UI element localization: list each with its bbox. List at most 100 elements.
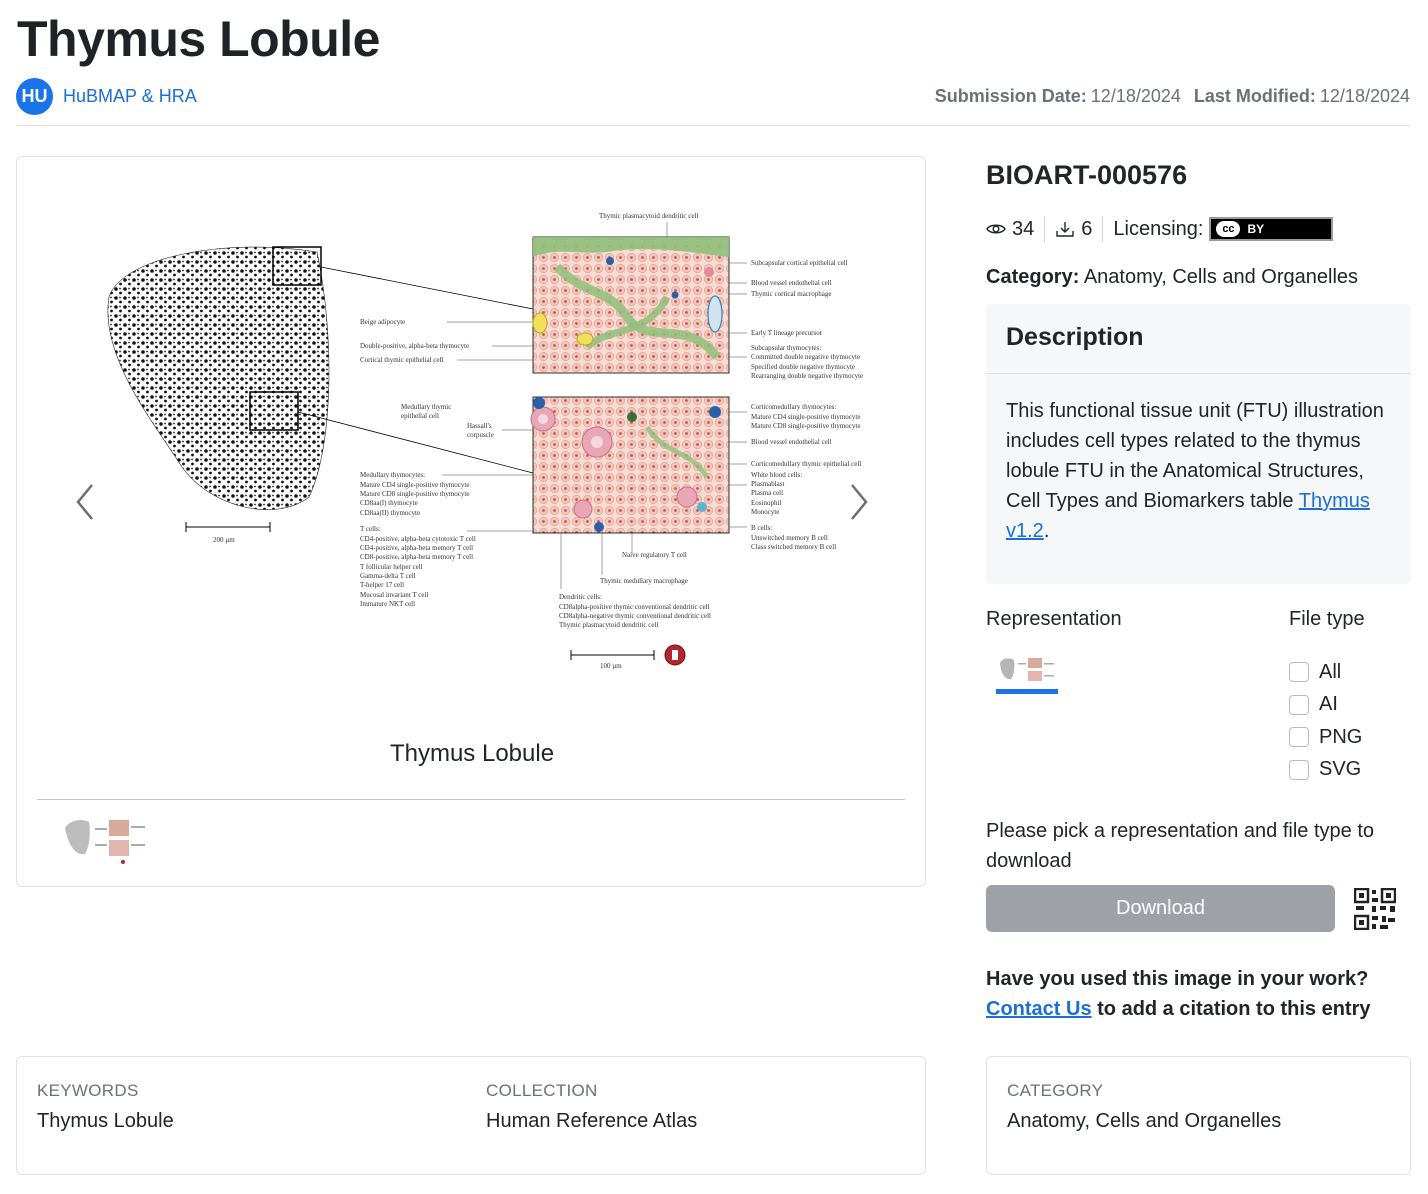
- svg-text:Cortical thymic epithelial cel: Cortical thymic epithelial cell: [360, 356, 443, 364]
- view-count: 34: [986, 218, 1034, 241]
- stats-separator: [1102, 216, 1104, 242]
- svg-text:CD8aa(I) thymocyte: CD8aa(I) thymocyte: [360, 499, 418, 507]
- svg-text:Plasmablast: Plasmablast: [751, 480, 784, 488]
- svg-text:Committed double negative thym: Committed double negative thymocyte: [751, 353, 860, 361]
- avatar[interactable]: HU: [16, 78, 53, 115]
- file-type-option-png[interactable]: PNG: [1289, 721, 1362, 754]
- image-gallery: 200 µm 100 µm Thymic plasmacytoid dendri…: [16, 156, 926, 887]
- eye-icon: [986, 224, 1006, 234]
- svg-text:Dendritic cells:: Dendritic cells:: [559, 593, 602, 601]
- file-type-option-label: All: [1319, 660, 1342, 683]
- image-caption: Thymus Lobule: [389, 740, 555, 767]
- header-divider: [16, 125, 1410, 126]
- svg-text:Corticomedullary thymocytes:: Corticomedullary thymocytes:: [751, 403, 836, 411]
- scale-label-100: 100 µm: [600, 662, 622, 670]
- qr-code-icon[interactable]: [1353, 887, 1397, 931]
- svg-text:Monocyte: Monocyte: [751, 508, 779, 516]
- svg-text:Thymic plasmacytoid dendritic: Thymic plasmacytoid dendritic cell: [599, 212, 698, 220]
- svg-text:CD8-positive, alpha-beta memor: CD8-positive, alpha-beta memory T cell: [360, 553, 473, 561]
- scale-label-200: 200 µm: [213, 536, 235, 544]
- representation-selected-indicator: [996, 689, 1058, 694]
- svg-text:Mature CD4 single-positive thy: Mature CD4 single-positive thymocyte: [751, 413, 860, 421]
- keywords-value: Thymus Lobule: [37, 1110, 174, 1132]
- file-type-checkbox[interactable]: [1289, 694, 1309, 715]
- chevron-right-icon: [851, 484, 868, 520]
- licensing-label: Licensing:: [1113, 217, 1204, 240]
- file-type-options: All AI PNG SVG: [1289, 656, 1362, 786]
- svg-text:CD4-positive, alpha-beta cytot: CD4-positive, alpha-beta cytotoxic T cel…: [360, 535, 476, 543]
- file-type-option-label: PNG: [1319, 725, 1363, 748]
- svg-text:Gamma-delta T cell: Gamma-delta T cell: [360, 572, 416, 580]
- author-link[interactable]: HuBMAP & HRA: [63, 86, 197, 107]
- description-title: Description: [986, 304, 1411, 374]
- cc-logo: cc: [1215, 220, 1242, 238]
- category-line: Category: Anatomy, Cells and Organelles: [986, 266, 1358, 289]
- stats-separator: [1044, 216, 1046, 242]
- category-label: Category:: [986, 266, 1080, 288]
- cc-by-license-icon[interactable]: cc BY: [1209, 217, 1334, 241]
- svg-text:Thymic cortical macrophage: Thymic cortical macrophage: [751, 290, 831, 298]
- svg-text:Subcapsular cortical epithelia: Subcapsular cortical epithelial cell: [751, 259, 848, 267]
- description-body: This functional tissue unit (FTU) illust…: [986, 374, 1411, 546]
- download-button[interactable]: Download: [986, 885, 1335, 932]
- svg-text:Naive regulatory T cell: Naive regulatory T cell: [622, 551, 687, 559]
- svg-text:CD4-positive, alpha-beta memor: CD4-positive, alpha-beta memory T cell: [360, 544, 473, 552]
- svg-text:Beige adipocyte: Beige adipocyte: [360, 318, 405, 326]
- last-modified-value: 12/18/2024: [1319, 86, 1410, 106]
- svg-text:Class switched memory B cell: Class switched memory B cell: [751, 543, 836, 551]
- representation-thumbnail[interactable]: [996, 655, 1058, 687]
- svg-text:Blood vessel endothelial cell: Blood vessel endothelial cell: [751, 279, 832, 287]
- file-type-checkbox[interactable]: [1289, 759, 1309, 780]
- svg-text:CD8alpha-positive thymic conve: CD8alpha-positive thymic conventional de…: [559, 603, 710, 611]
- svg-text:Hassall's: Hassall's: [467, 422, 492, 430]
- submission-date-label: Submission Date:: [934, 86, 1087, 106]
- download-icon: [1056, 222, 1074, 237]
- file-type-option-label: AI: [1319, 693, 1338, 716]
- download-count: 6: [1055, 218, 1092, 241]
- metadata-card: KEYWORDS Thymus Lobule COLLECTION Human …: [16, 1056, 926, 1175]
- page-title: Thymus Lobule: [17, 11, 380, 67]
- svg-text:T follicular helper cell: T follicular helper cell: [360, 563, 423, 571]
- category-card: CATEGORY Anatomy, Cells and Organelles: [986, 1056, 1411, 1175]
- file-type-checkbox[interactable]: [1289, 727, 1309, 748]
- license-by-text: BY: [1247, 222, 1265, 236]
- contact-us-link[interactable]: Contact Us: [986, 998, 1092, 1020]
- thymus-illustration: 200 µm 100 µm Thymic plasmacytoid dendri…: [87, 197, 887, 727]
- svg-text:CD8alpha-negative thymic conve: CD8alpha-negative thymic conventional de…: [559, 612, 711, 620]
- svg-text:corpuscle: corpuscle: [467, 431, 494, 439]
- download-instruction: Please pick a representation and file ty…: [986, 820, 1375, 872]
- svg-text:Mature CD8 single-positive thy: Mature CD8 single-positive thymocyte: [751, 422, 860, 430]
- stats-row: 34 6 Licensing: cc BY: [986, 214, 1334, 244]
- chevron-left-icon: [76, 484, 93, 520]
- dates: Submission Date: 12/18/2024 Last Modified…: [935, 86, 1410, 107]
- file-type-option-svg[interactable]: SVG: [1289, 754, 1362, 787]
- category-block: CATEGORY Anatomy, Cells and Organelles: [1007, 1081, 1281, 1133]
- file-type-option-all[interactable]: All: [1289, 656, 1362, 689]
- keywords-title: KEYWORDS: [37, 1081, 139, 1100]
- svg-text:CD8aa(II) thymocyte: CD8aa(II) thymocyte: [360, 509, 420, 517]
- file-type-option-label: SVG: [1319, 758, 1362, 781]
- collection-block: COLLECTION Human Reference Atlas: [486, 1081, 697, 1133]
- citation-question: Have you used this image in your work?: [986, 968, 1369, 990]
- file-type-option-ai[interactable]: AI: [1289, 689, 1362, 722]
- file-type-checkbox[interactable]: [1289, 662, 1309, 683]
- gallery-thumbnail[interactable]: [61, 814, 149, 870]
- svg-text:Medullary thymocytes:: Medullary thymocytes:: [360, 471, 425, 479]
- category-value: Anatomy, Cells and Organelles: [1083, 266, 1359, 288]
- next-image-button[interactable]: [842, 477, 872, 527]
- svg-text:Plasma cell: Plasma cell: [751, 489, 783, 497]
- file-type-label: File type: [1289, 608, 1365, 630]
- gallery-divider: [37, 799, 905, 800]
- svg-text:Mucosal invariant T cell: Mucosal invariant T cell: [360, 591, 428, 599]
- keywords-block: KEYWORDS Thymus Lobule: [37, 1081, 174, 1133]
- submission-date-value: 12/18/2024: [1090, 86, 1181, 106]
- collection-title: COLLECTION: [486, 1081, 598, 1100]
- svg-text:Specified double negative thym: Specified double negative thymocyte: [751, 363, 855, 371]
- representation-label: Representation: [986, 608, 1122, 630]
- svg-text:Corticomedullary thymic epithe: Corticomedullary thymic epithelial cell: [751, 460, 861, 468]
- category-card-value: Anatomy, Cells and Organelles: [1007, 1110, 1282, 1132]
- description-end: .: [1043, 520, 1050, 542]
- bioart-id: BIOART-000576: [986, 160, 1188, 190]
- previous-image-button[interactable]: [72, 477, 102, 527]
- svg-text:Rearranging double negative th: Rearranging double negative thymocyte: [751, 372, 863, 380]
